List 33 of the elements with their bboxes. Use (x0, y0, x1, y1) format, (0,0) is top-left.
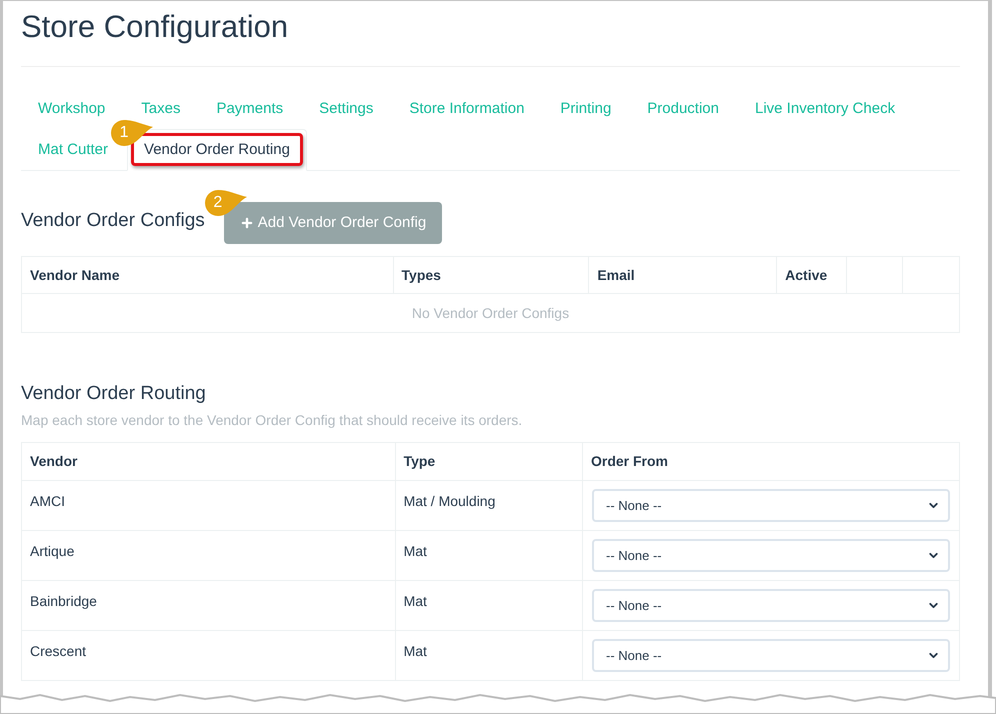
table-cell: Crescent (22, 630, 396, 680)
tab[interactable]: Store Information (392, 88, 542, 130)
table-header-cell: Vendor (22, 442, 396, 480)
plus-icon (240, 216, 254, 230)
table-cell: AMCI (22, 480, 396, 530)
table-cell: Mat (395, 580, 582, 630)
order-from-select[interactable]: -- None -- (592, 589, 950, 622)
tab[interactable]: Live Inventory Check (738, 88, 912, 130)
table-header-cell: Active (776, 256, 847, 294)
table-header-cell: Type (395, 442, 582, 480)
table-header-cell: Email (588, 256, 777, 294)
tab[interactable]: Printing (543, 88, 628, 130)
tab[interactable]: Production (630, 88, 736, 130)
table-cell: Mat (395, 530, 582, 580)
table-header-cell: Vendor Name (22, 256, 394, 294)
callout-badge: 2 (202, 189, 247, 217)
add-config-button[interactable]: Add Vendor Order Config (224, 202, 442, 244)
section-heading: Vendor Order Routing (21, 382, 207, 406)
tab[interactable]: Payments (199, 88, 300, 130)
section-description: Map each store vendor to the Vendor Order Config that should receive its orders. (21, 411, 524, 430)
tab[interactable]: Settings (302, 88, 390, 130)
table-cell: Mat / Moulding (395, 480, 582, 530)
table-cell: Artique (22, 530, 396, 580)
empty-message: No Vendor Order Configs (22, 294, 960, 332)
order-from-select[interactable]: -- None -- (592, 639, 950, 672)
table-cell: Bainbridge (22, 580, 396, 630)
order-from-select[interactable]: -- None -- (592, 539, 950, 572)
order-from-select[interactable]: -- None -- (592, 489, 950, 522)
table-header-cell: Order From (582, 442, 960, 480)
section-heading: Vendor Order Configs (21, 209, 205, 233)
table-header-cell: Types (393, 256, 589, 294)
table-cell: Mat (395, 630, 582, 680)
page-title: Store Configuration (21, 9, 288, 45)
